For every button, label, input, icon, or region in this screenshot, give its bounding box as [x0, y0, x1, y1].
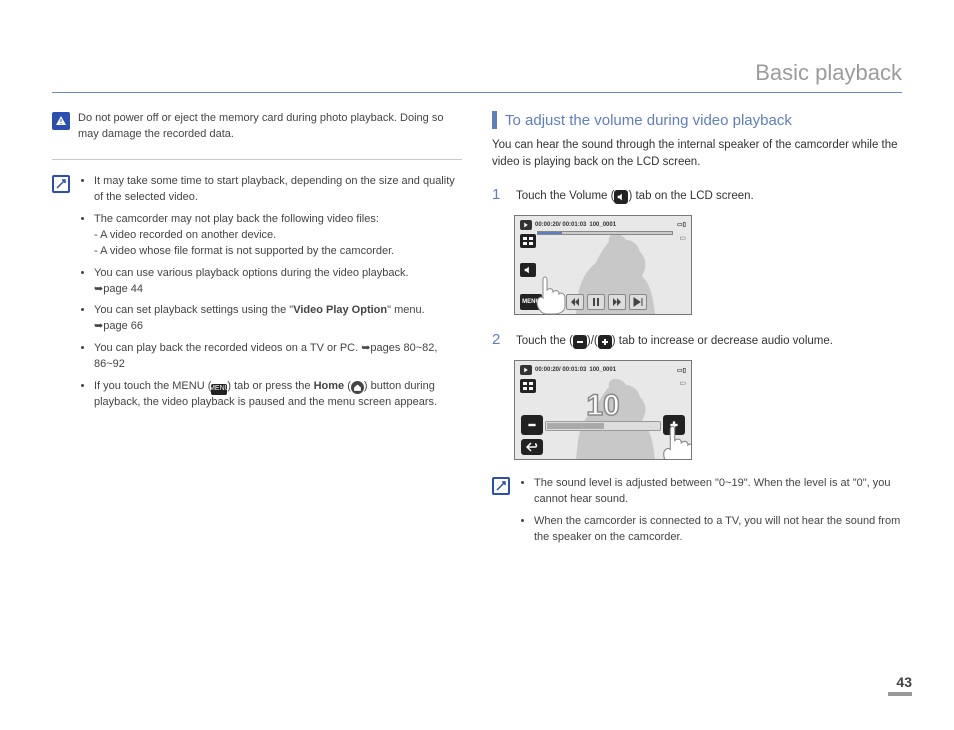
note-item: When the camcorder is connected to a TV,… — [534, 514, 902, 546]
section-intro: You can hear the sound through the inter… — [492, 137, 902, 172]
volume-down-button[interactable] — [521, 415, 543, 435]
warning-box: Do not power off or eject the memory car… — [52, 111, 462, 143]
right-column: To adjust the volume during video playba… — [492, 111, 902, 568]
note-item: It may take some time to start playback,… — [94, 174, 462, 206]
lcd-screen-playback: 00:00:20/ 00:01:03 100_0001 ▭▯ ▭ MENU — [514, 215, 692, 315]
pause-button[interactable] — [587, 294, 605, 310]
note-icon — [492, 477, 510, 495]
page-number: 43 — [896, 674, 912, 690]
warning-icon — [52, 112, 70, 130]
left-column: Do not power off or eject the memory car… — [52, 111, 462, 568]
note-item: You can use various playback options dur… — [94, 266, 462, 298]
card-icon: ▭ — [679, 234, 686, 242]
home-icon — [351, 381, 364, 394]
warning-text: Do not power off or eject the memory car… — [78, 111, 462, 143]
lcd-timecode: 00:00:20/ 00:01:03 — [535, 222, 586, 228]
progress-bar[interactable] — [537, 231, 673, 235]
rewind-button[interactable] — [566, 294, 584, 310]
next-button[interactable] — [629, 294, 647, 310]
note-item: The camcorder may not play back the foll… — [94, 212, 462, 260]
section-heading: To adjust the volume during video playba… — [492, 111, 902, 129]
step-number: 1 — [492, 186, 506, 205]
note-item: You can set playback settings using the … — [94, 303, 462, 335]
note-box: It may take some time to start playback,… — [52, 174, 462, 417]
note-icon — [52, 175, 70, 193]
finger-pointer-icon — [533, 274, 567, 314]
page-title: Basic playback — [52, 60, 902, 93]
lcd-timecode: 00:00:20/ 00:01:03 — [535, 367, 586, 373]
step-number: 2 — [492, 331, 506, 350]
heading-marker — [492, 111, 497, 129]
menu-icon: MENU — [211, 384, 227, 395]
back-button[interactable] — [521, 439, 543, 455]
thumbnail-icon[interactable] — [520, 234, 536, 248]
play-indicator-icon — [520, 220, 532, 230]
note-item: You can play back the recorded videos on… — [94, 341, 462, 373]
play-indicator-icon — [520, 365, 532, 375]
volume-track[interactable] — [545, 421, 661, 431]
battery-icon: ▭▯ — [677, 221, 686, 228]
plus-icon — [598, 335, 612, 349]
forward-button[interactable] — [608, 294, 626, 310]
battery-icon: ▭▯ — [677, 367, 686, 374]
note-list-right: The sound level is adjusted between "0~1… — [518, 476, 902, 552]
step-2: 2 Touch the ()/() tab to increase or dec… — [492, 331, 902, 350]
minus-icon — [573, 335, 587, 349]
lcd-filename: 100_0001 — [589, 367, 616, 373]
lcd-screen-volume: 00:00:20/ 00:01:03 100_0001 ▭▯ ▭ 10 — [514, 360, 692, 460]
note-box-right: The sound level is adjusted between "0~1… — [492, 476, 902, 552]
lcd-filename: 100_0001 — [589, 222, 616, 228]
note-item: The sound level is adjusted between "0~1… — [534, 476, 902, 508]
card-icon: ▭ — [679, 379, 686, 387]
divider — [52, 159, 462, 160]
volume-icon — [614, 190, 628, 204]
note-list: It may take some time to start playback,… — [78, 174, 462, 417]
step-1: 1 Touch the Volume () tab on the LCD scr… — [492, 186, 902, 205]
note-item: If you touch the MENU (MENU) tab or pres… — [94, 379, 462, 411]
finger-pointer-icon — [659, 423, 692, 460]
page-number-underline — [888, 692, 912, 696]
